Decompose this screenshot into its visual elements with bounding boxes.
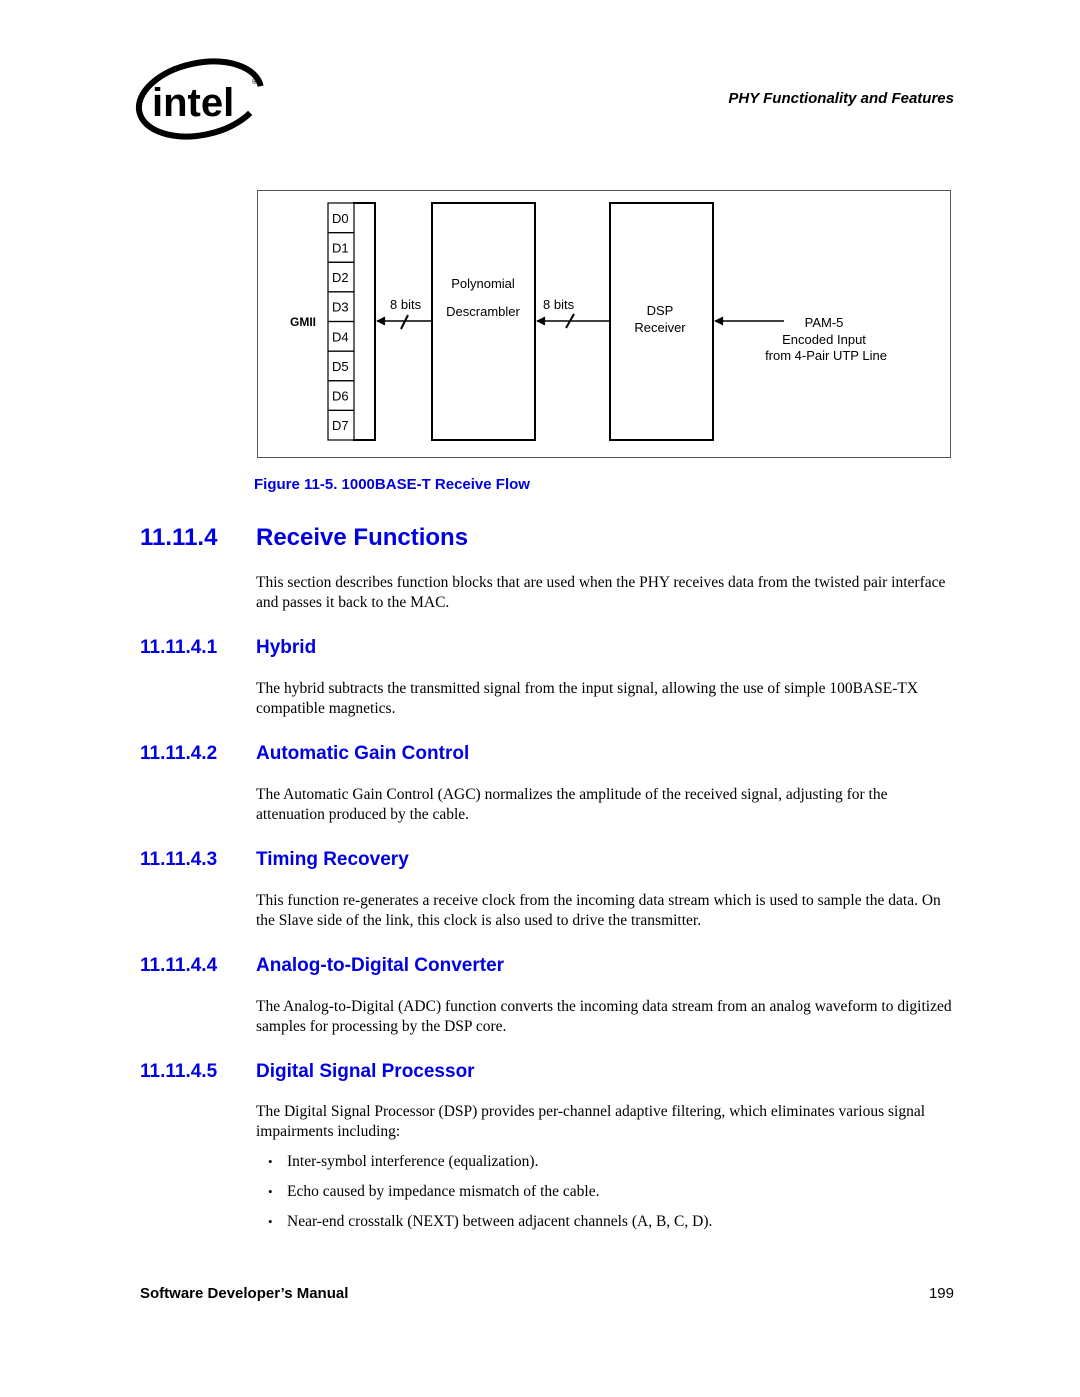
logo-wordmark: intel (152, 81, 234, 125)
bus-slash-left (400, 314, 409, 330)
bus-width-left: 8 bits (390, 297, 422, 312)
list-item-text: Inter-symbol interference (equalization)… (287, 1153, 539, 1170)
gmii-cell-label: D2 (332, 270, 349, 285)
subsection-number: 11.11.4.2 (140, 743, 218, 764)
intel-logo: intel ® (134, 54, 268, 144)
list-item: • Inter-symbol interference (equalization… (268, 1152, 958, 1182)
input-label-3: from 4-Pair UTP Line (765, 348, 887, 363)
descrambler-label-1: Polynomial (451, 276, 515, 291)
manual-title: Software Developer’s Manual (140, 1285, 349, 1302)
gmii-bracket (353, 202, 376, 441)
subsection-title: Hybrid (256, 637, 317, 658)
subsection-body-timing-recovery: This function re-generates a receive clo… (256, 892, 941, 929)
subsection-heading-hybrid: 11.11.4.1 Hybrid (140, 637, 960, 667)
list-item: • Echo caused by impedance mismatch of th… (268, 1182, 958, 1212)
gmii-cell-label: D5 (332, 359, 349, 374)
gmii-cell-label: D6 (332, 389, 349, 404)
page-number: 199 (928, 1285, 954, 1302)
subsection-title: Analog-to-Digital Converter (256, 955, 505, 976)
subsection-body-agc: The Automatic Gain Control (AGC) normali… (256, 786, 888, 823)
list-item-text: Echo caused by impedance mismatch of the… (287, 1183, 600, 1200)
list-item: • Near-end crosstalk (NEXT) between adjac… (268, 1212, 958, 1242)
dsp-label-1: DSP (647, 303, 674, 318)
figure-caption: Figure 11-5. 1000BASE-T Receive Flow (254, 476, 530, 493)
subsection-number: 11.11.4.5 (140, 1061, 218, 1082)
gmii-cell-label: D0 (332, 211, 349, 226)
bullet-icon: • (268, 1154, 273, 1169)
subsection-heading-dsp: 11.11.4.5 Digital Signal Processor (140, 1061, 960, 1091)
subsection-number: 11.11.4.3 (140, 849, 218, 870)
subsection-body-hybrid: The hybrid subtracts the transmitted sig… (256, 680, 919, 717)
list-item-text: Near-end crosstalk (NEXT) between adjace… (287, 1213, 713, 1230)
subsection-body-dsp: The Digital Signal Processor (DSP) provi… (256, 1103, 926, 1140)
gmii-cell-label: D4 (332, 329, 349, 344)
subsection-heading-timing-recovery: 11.11.4.3 Timing Recovery (140, 849, 960, 879)
dsp-impairment-list: • Inter-symbol interference (equalization… (268, 1152, 958, 1242)
bullet-icon: • (268, 1214, 273, 1229)
subsection-heading-agc: 11.11.4.2 Automatic Gain Control (140, 743, 960, 773)
bus-width-right: 8 bits (543, 297, 575, 312)
figure-receive-flow: D0 D1 D2 D3 D4 D5 D6 D7 GMII Polynomial Descram… (257, 190, 951, 458)
gmii-cell-label: D7 (332, 418, 349, 433)
section-title: Receive Functions (256, 524, 469, 551)
section-heading: 11.11.4 Receive Functions (140, 524, 960, 554)
subsection-number: 11.11.4.4 (140, 955, 218, 976)
receive-flow-diagram: D0 D1 D2 D3 D4 D5 D6 D7 GMII Polynomial Descram… (290, 202, 887, 441)
intel-logo-icon: intel ® (135, 58, 265, 140)
subsection-body-adc: The Analog-to-Digital (ADC) function con… (256, 998, 952, 1035)
subsection-title: Automatic Gain Control (256, 743, 470, 764)
gmii-register-stack: D0 D1 D2 D3 D4 D5 D6 D7 (327, 202, 355, 441)
gmii-cell-label: D3 (332, 300, 349, 315)
subsection-title: Timing Recovery (256, 849, 409, 870)
svg-text:®: ® (252, 77, 258, 86)
bullet-icon: • (268, 1184, 273, 1199)
subsection-heading-adc: 11.11.4.4 Analog-to-Digital Converter (140, 955, 960, 985)
descrambler-label-2: Descrambler (446, 304, 520, 319)
descrambler-block (431, 202, 536, 441)
page-footer: Software Developer’s Manual 199 (140, 1285, 954, 1302)
section-intro: This section describes function blocks t… (256, 574, 946, 611)
subsection-number: 11.11.4.1 (140, 637, 218, 658)
gmii-cell-label: D1 (332, 240, 349, 255)
gmii-label: GMII (290, 315, 316, 329)
running-header: PHY Functionality and Features (728, 90, 954, 107)
subsection-title: Digital Signal Processor (256, 1061, 475, 1082)
section-number: 11.11.4 (140, 524, 218, 551)
input-label-1: PAM-5 (805, 315, 844, 330)
input-label-2: Encoded Input (782, 332, 866, 347)
dsp-label-2: Receiver (634, 320, 686, 335)
